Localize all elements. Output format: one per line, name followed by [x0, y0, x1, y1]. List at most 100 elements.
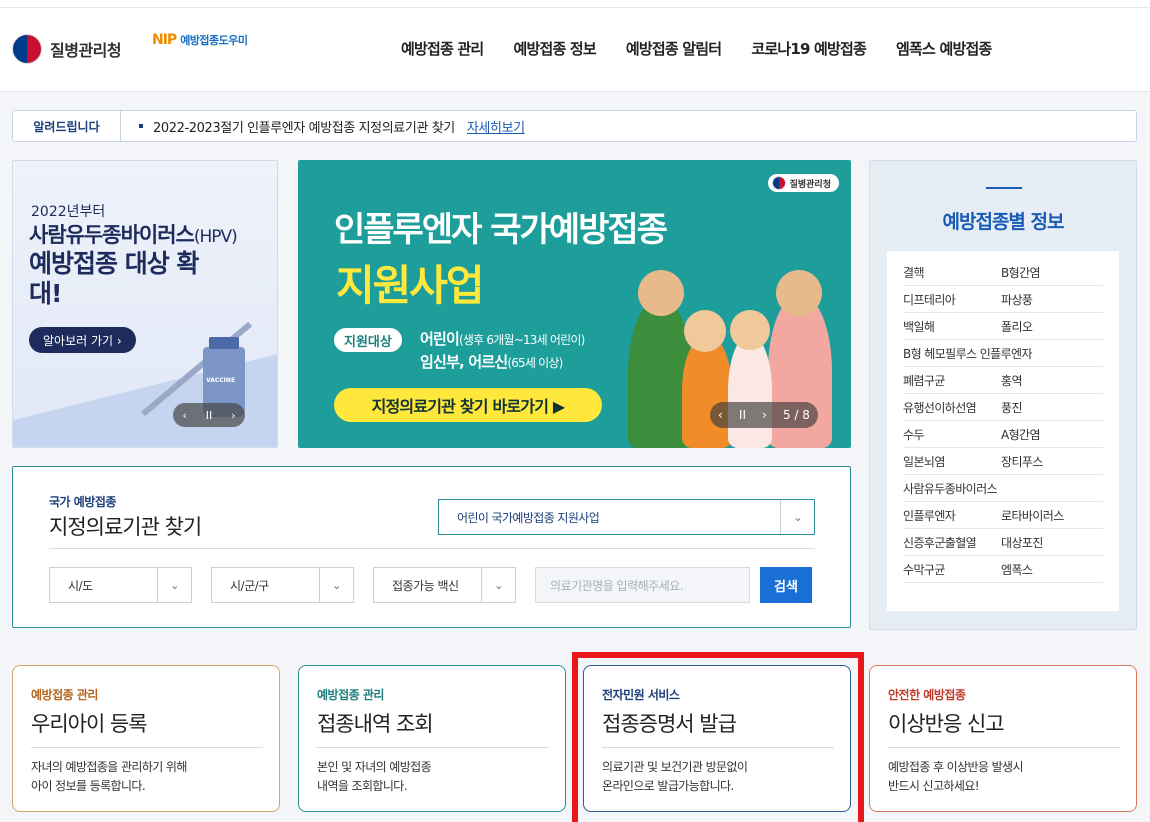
vaccine-link[interactable]: 신증후군출혈열	[903, 534, 1001, 551]
list-item: 인플루엔자 로타바이러스	[903, 502, 1103, 529]
vaccine-info-title: 예방접종별 정보	[942, 211, 1065, 233]
flu-banner-brand: 질병관리청	[767, 174, 839, 192]
vaccine-link[interactable]: 파상풍	[1001, 291, 1099, 308]
vaccine-link[interactable]: 홍역	[1001, 372, 1099, 389]
list-item: B형 헤모필루스 인플루엔자	[903, 340, 1103, 367]
adverse-reaction-card[interactable]: 안전한 예방접종 이상반응 신고 예방접종 후 이상반응 발생시 반드시 신고하세…	[869, 665, 1137, 812]
register-child-card[interactable]: 예방접종 관리 우리아이 등록 자녀의 예방접종을 관리하기 위해 아이 정보를 …	[12, 665, 280, 812]
hpv-banner-line1: 2022년부터	[31, 204, 106, 220]
vaccine-link[interactable]: 수두	[903, 426, 1001, 443]
prev-arrow-icon[interactable]: ‹	[718, 408, 723, 422]
card-category: 안전한 예방접종	[888, 688, 966, 702]
nip-logo[interactable]: NIP 예방접종도우미	[152, 32, 248, 48]
search-button[interactable]: 검색	[760, 567, 812, 603]
clinic-search-input[interactable]: 의료기관명을 입력해주세요.	[535, 567, 750, 603]
pause-icon[interactable]: II	[206, 409, 213, 422]
list-item: 결핵 B형간염	[903, 259, 1103, 286]
list-item: 백일해 폴리오	[903, 313, 1103, 340]
list-item: 폐렴구균 홍역	[903, 367, 1103, 394]
flu-banner-pager: ‹ II › 5 / 8	[710, 402, 818, 428]
list-item: 신증후군출혈열 대상포진	[903, 529, 1103, 556]
vaccine-link[interactable]: 사람유두종바이러스	[903, 480, 998, 497]
vaccine-link[interactable]: 디프테리아	[903, 291, 1001, 308]
vaccine-link[interactable]: 엠폭스	[1001, 561, 1099, 578]
vaccine-link[interactable]: B형간염	[1001, 264, 1099, 281]
card-description: 예방접종 후 이상반응 발생시 반드시 신고하세요!	[888, 760, 1024, 793]
vaccine-link[interactable]: 인플루엔자	[903, 507, 1001, 524]
prev-arrow-icon[interactable]: ‹	[182, 409, 186, 422]
vaccine-link[interactable]: 결핵	[903, 264, 1001, 281]
vaccination-history-card[interactable]: 예방접종 관리 접종내역 조회 본인 및 자녀의 예방접종 내역을 조회합니다.	[298, 665, 566, 812]
vaccine-info-list: 결핵 B형간염 디프테리아 파상풍 백일해 폴리오 B형 헤모필루스 인플루엔자 폐렴…	[887, 251, 1119, 611]
chevron-down-icon: ⌄	[780, 500, 814, 534]
finder-divider	[49, 548, 815, 549]
next-arrow-icon[interactable]: ›	[231, 409, 235, 422]
nav-vaccination-management[interactable]: 예방접종 관리	[386, 38, 498, 59]
highlight-box	[572, 652, 864, 822]
vaccine-link[interactable]: 풍진	[1001, 399, 1099, 416]
hpv-banner-line3: 예방접종 대상 확대!	[29, 249, 199, 308]
top-border	[0, 0, 1150, 8]
hpv-learn-more-button[interactable]: 알아보러 가기 ›	[29, 327, 136, 353]
hpv-banner[interactable]: 2022년부터 사람유두종바이러스(HPV) 예방접종 대상 확대! 알아보러 …	[12, 160, 278, 448]
card-divider	[888, 747, 1120, 748]
card-divider	[31, 747, 263, 748]
list-item: 사람유두종바이러스	[903, 475, 1103, 502]
notice-bar: 알려드립니다 2022-2023절기 인플루엔자 예방접종 지정의료기관 찾기 …	[12, 110, 1137, 142]
vaccine-link[interactable]: 유행선이하선염	[903, 399, 1001, 416]
chevron-down-icon: ⌄	[157, 568, 191, 602]
chevron-down-icon: ⌄	[319, 568, 353, 602]
sigungu-select[interactable]: 시/군/구 ⌄	[211, 567, 354, 603]
vaccine-link[interactable]: A형간염	[1001, 426, 1099, 443]
vaccine-link[interactable]: 일본뇌염	[903, 453, 1001, 470]
next-arrow-icon[interactable]: ›	[762, 408, 767, 422]
nip-mark-icon: NIP	[152, 32, 177, 48]
find-clinic-cta-button[interactable]: 지정의료기관 찾기 바로가기 ▶	[334, 388, 602, 422]
vaccine-link[interactable]: 백일해	[903, 318, 1001, 335]
list-item: 일본뇌염 장티푸스	[903, 448, 1103, 475]
flu-brand-text: 질병관리청	[789, 179, 831, 190]
clinic-finder: 국가 예방접종 지정의료기관 찾기 어린이 국가예방접종 지원사업 ⌄ 시/도 …	[12, 466, 851, 628]
flu-banner-title: 인플루엔자 국가예방접종	[334, 210, 668, 250]
program-select-value: 어린이 국가예방접종 지원사업	[457, 510, 600, 525]
hpv-banner-pager: ‹ II ›	[173, 403, 245, 427]
nav-vaccination-info[interactable]: 예방접종 정보	[498, 38, 610, 59]
pause-icon[interactable]: II	[739, 408, 746, 422]
finder-title: 지정의료기관 찾기	[49, 515, 202, 539]
bullet-icon	[139, 124, 143, 128]
vaccine-link[interactable]: 로타바이러스	[1001, 507, 1099, 524]
list-item: 유행선이하선염 풍진	[903, 394, 1103, 421]
sigungu-select-value: 시/군/구	[230, 578, 269, 593]
vaccine-link[interactable]: B형 헤모필루스 인플루엔자	[903, 345, 1033, 362]
vaccine-select[interactable]: 접종가능 백신 ⌄	[373, 567, 516, 603]
flu-banner[interactable]: 질병관리청 인플루엔자 국가예방접종 지원사업 지원대상 어린이(생후 6개월~…	[298, 160, 851, 448]
site-header: 질병관리청 NIP 예방접종도우미 예방접종 관리 예방접종 정보 예방접종 알…	[0, 8, 1150, 92]
card-category: 예방접종 관리	[31, 688, 98, 702]
vaccine-link[interactable]: 대상포진	[1001, 534, 1099, 551]
program-select[interactable]: 어린이 국가예방접종 지원사업 ⌄	[438, 499, 815, 535]
nav-mpox-vaccination[interactable]: 엠폭스 예방접종	[881, 38, 1006, 59]
nav-covid19-vaccination[interactable]: 코로나19 예방접종	[736, 38, 881, 59]
list-item: 수두 A형간염	[903, 421, 1103, 448]
taegeuk-emblem-icon	[771, 176, 786, 190]
kdca-logo[interactable]: 질병관리청	[12, 34, 122, 64]
vaccine-link[interactable]: 장티푸스	[1001, 453, 1099, 470]
finder-subtitle: 국가 예방접종	[49, 495, 116, 509]
sido-select-value: 시/도	[68, 578, 93, 593]
target-description: 어린이(생후 6개월~13세 어린이) 임신부, 어르신(65세 이상)	[420, 330, 585, 371]
notice-message[interactable]: 2022-2023절기 인플루엔자 예방접종 지정의료기관 찾기	[153, 117, 455, 136]
card-description: 자녀의 예방접종을 관리하기 위해 아이 정보를 등록합니다.	[31, 760, 187, 793]
sido-select[interactable]: 시/도 ⌄	[49, 567, 192, 603]
vaccine-link[interactable]: 폴리오	[1001, 318, 1099, 335]
card-title: 우리아이 등록	[31, 712, 148, 736]
taegeuk-emblem-icon	[12, 34, 42, 64]
vaccine-link[interactable]: 수막구균	[903, 561, 1001, 578]
kdca-logo-text: 질병관리청	[50, 41, 122, 60]
notice-more-link[interactable]: 자세히보기	[467, 117, 525, 136]
vaccine-link[interactable]: 폐렴구균	[903, 372, 1001, 389]
vaccine-info-panel: 예방접종별 정보 결핵 B형간염 디프테리아 파상풍 백일해 폴리오 B형 헤모필루스…	[869, 160, 1137, 630]
chevron-down-icon: ⌄	[481, 568, 515, 602]
nav-vaccination-notice[interactable]: 예방접종 알림터	[611, 38, 736, 59]
main-nav: 예방접종 관리 예방접종 정보 예방접종 알림터 코로나19 예방접종 엠폭스 …	[386, 38, 1006, 59]
list-item: 디프테리아 파상풍	[903, 286, 1103, 313]
